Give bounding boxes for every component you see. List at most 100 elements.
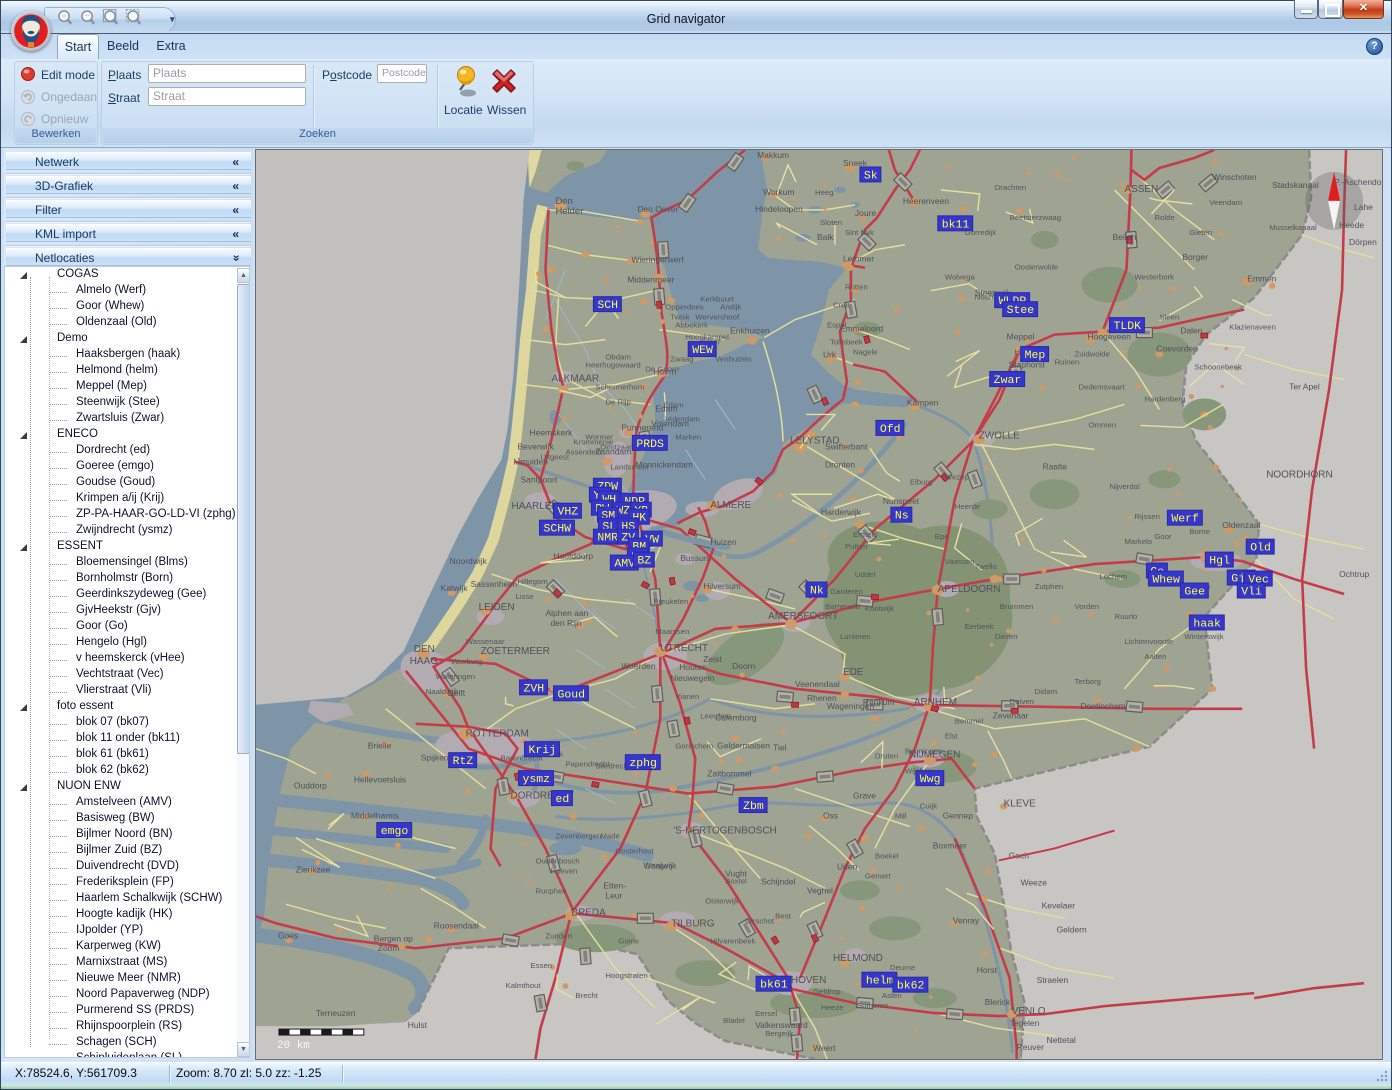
svg-text:Winschoten: Winschoten (1212, 172, 1257, 182)
svg-text:Maarssen: Maarssen (655, 627, 689, 636)
svg-text:Schijndel: Schijndel (761, 876, 795, 886)
svg-text:Doorn: Doorn (732, 661, 755, 671)
svg-text:Venhuizen: Venhuizen (715, 355, 751, 364)
svg-text:Vli: Vli (1241, 586, 1262, 599)
svg-text:Rijssen: Rijssen (1134, 512, 1159, 521)
svg-text:Kevelaer: Kevelaer (1042, 900, 1076, 910)
svg-text:Kalmthout: Kalmthout (506, 981, 542, 990)
svg-text:Stee: Stee (1007, 304, 1035, 317)
svg-text:Leur: Leur (605, 890, 622, 900)
svg-text:Mep: Mep (1025, 349, 1046, 362)
svg-text:Zaltbommel: Zaltbommel (707, 769, 751, 779)
svg-text:Helder: Helder (555, 206, 583, 217)
svg-text:Heerhugowaard: Heerhugowaard (585, 361, 640, 370)
svg-text:Bussum: Bussum (680, 553, 711, 563)
svg-text:Twello: Twello (975, 562, 997, 571)
svg-text:UTRECHT: UTRECHT (660, 643, 708, 654)
svg-text:Tiel: Tiel (773, 743, 786, 753)
svg-text:Katwijk: Katwijk (441, 583, 469, 593)
svg-text:IJmuiden: IJmuiden (514, 456, 549, 466)
svg-text:Wassenaar: Wassenaar (466, 637, 505, 646)
svg-text:Voorburg: Voorburg (451, 657, 483, 666)
svg-text:'S-HERTOGENBOSCH: 'S-HERTOGENBOSCH (673, 825, 776, 836)
svg-text:ZVH: ZVH (524, 682, 545, 695)
svg-text:Brecht: Brecht (575, 991, 598, 1000)
svg-text:HELMOND: HELMOND (833, 953, 883, 964)
svg-text:Epe: Epe (935, 532, 949, 541)
svg-text:Beetsterzwaag: Beetsterzwaag (1010, 213, 1061, 222)
svg-text:Schermerhorn: Schermerhorn (595, 382, 644, 391)
svg-text:PRDS: PRDS (636, 438, 664, 451)
svg-text:Edam: Edam (655, 403, 677, 413)
svg-text:bk62: bk62 (897, 980, 925, 993)
svg-text:Gieten: Gieten (1189, 228, 1212, 237)
svg-text:Grave: Grave (853, 791, 876, 801)
svg-text:Old: Old (1250, 542, 1271, 555)
svg-text:DEN: DEN (414, 644, 435, 655)
svg-text:Meppel: Meppel (1007, 332, 1035, 342)
svg-text:Zundert: Zundert (545, 931, 573, 940)
svg-text:NIJMEGEN: NIJMEGEN (909, 750, 961, 761)
svg-text:Lunteren: Lunteren (840, 632, 871, 641)
svg-text:Zevenbergen: Zevenbergen (555, 831, 601, 840)
svg-text:Hoofddorp: Hoofddorp (553, 551, 593, 561)
svg-text:Didam: Didam (1035, 687, 1057, 696)
svg-text:Terborg: Terborg (1075, 677, 1101, 686)
svg-text:Kootwijk: Kootwijk (865, 604, 894, 613)
svg-text:Markelo: Markelo (1124, 537, 1152, 546)
svg-text:Urk: Urk (823, 350, 837, 360)
svg-text:Wateringen: Wateringen (436, 672, 475, 681)
svg-text:Someren: Someren (857, 1001, 889, 1010)
svg-text:Ofd: Ofd (880, 423, 901, 436)
svg-text:Andijk: Andijk (720, 303, 741, 312)
svg-text:Hoogkarspel: Hoogkarspel (685, 333, 729, 342)
svg-text:Klazienaveen: Klazienaveen (1229, 323, 1276, 332)
svg-text:Harderwijk: Harderwijk (821, 507, 862, 517)
svg-text:Oirschot: Oirschot (745, 916, 775, 925)
svg-text:Winterswijk: Winterswijk (1184, 632, 1223, 641)
svg-text:Putten: Putten (845, 542, 867, 551)
svg-text:ysmz: ysmz (523, 773, 551, 786)
svg-text:Venray: Venray (953, 915, 980, 925)
svg-text:Abbekerk: Abbekerk (675, 321, 708, 330)
svg-text:RtZ: RtZ (453, 755, 474, 768)
svg-text:Culemborg: Culemborg (715, 713, 757, 723)
svg-text:Hgl: Hgl (1209, 555, 1230, 568)
svg-text:Straelen: Straelen (1037, 975, 1069, 985)
svg-text:Wieringerwerf: Wieringerwerf (631, 255, 684, 265)
svg-text:LEIDEN: LEIDEN (479, 602, 515, 613)
svg-text:Bergen op: Bergen op (374, 933, 413, 943)
svg-text:BREDA: BREDA (571, 907, 606, 918)
svg-text:WEW: WEW (692, 344, 713, 357)
svg-text:Druten: Druten (875, 752, 898, 761)
svg-text:Woerden: Woerden (621, 661, 656, 671)
svg-text:Dieren: Dieren (995, 632, 1018, 641)
svg-text:AMV: AMV (614, 558, 635, 571)
svg-text:Enkhuizen: Enkhuizen (730, 326, 770, 336)
svg-text:Duiven: Duiven (1010, 697, 1034, 706)
svg-text:Nieuwegein: Nieuwegein (670, 673, 715, 683)
svg-text:Bergeijk: Bergeijk (765, 1029, 793, 1038)
svg-text:Hoorn: Hoorn (653, 367, 676, 377)
svg-text:Hellevoetsluis: Hellevoetsluis (354, 775, 406, 785)
svg-text:Nijverdal: Nijverdal (1109, 482, 1139, 491)
svg-text:Middenmeer: Middenmeer (627, 275, 674, 285)
svg-text:Ermelo: Ermelo (853, 530, 878, 539)
svg-text:Rucphen: Rucphen (536, 886, 567, 895)
svg-text:Eersel: Eersel (755, 1009, 777, 1018)
svg-text:ROTTERDAM: ROTTERDAM (466, 729, 529, 740)
svg-text:Sassenheim: Sassenheim (471, 579, 518, 589)
svg-text:Joure: Joure (855, 208, 876, 218)
svg-text:Sk: Sk (864, 169, 878, 182)
svg-text:Geldern: Geldern (1057, 924, 1087, 934)
svg-text:SCHW: SCHW (543, 523, 571, 536)
svg-text:Vorden: Vorden (1075, 602, 1100, 611)
svg-text:Ouddorp: Ouddorp (294, 781, 327, 791)
svg-text:Zevenaar: Zevenaar (993, 711, 1029, 721)
svg-text:Ruurlo: Ruurlo (1114, 612, 1137, 621)
svg-text:De Rijp: De Rijp (605, 397, 630, 406)
svg-text:Borger: Borger (1182, 252, 1208, 262)
svg-text:Musselkanaal: Musselkanaal (1269, 223, 1317, 232)
svg-text:NMR: NMR (597, 532, 618, 545)
svg-text:Werf: Werf (1171, 513, 1199, 526)
